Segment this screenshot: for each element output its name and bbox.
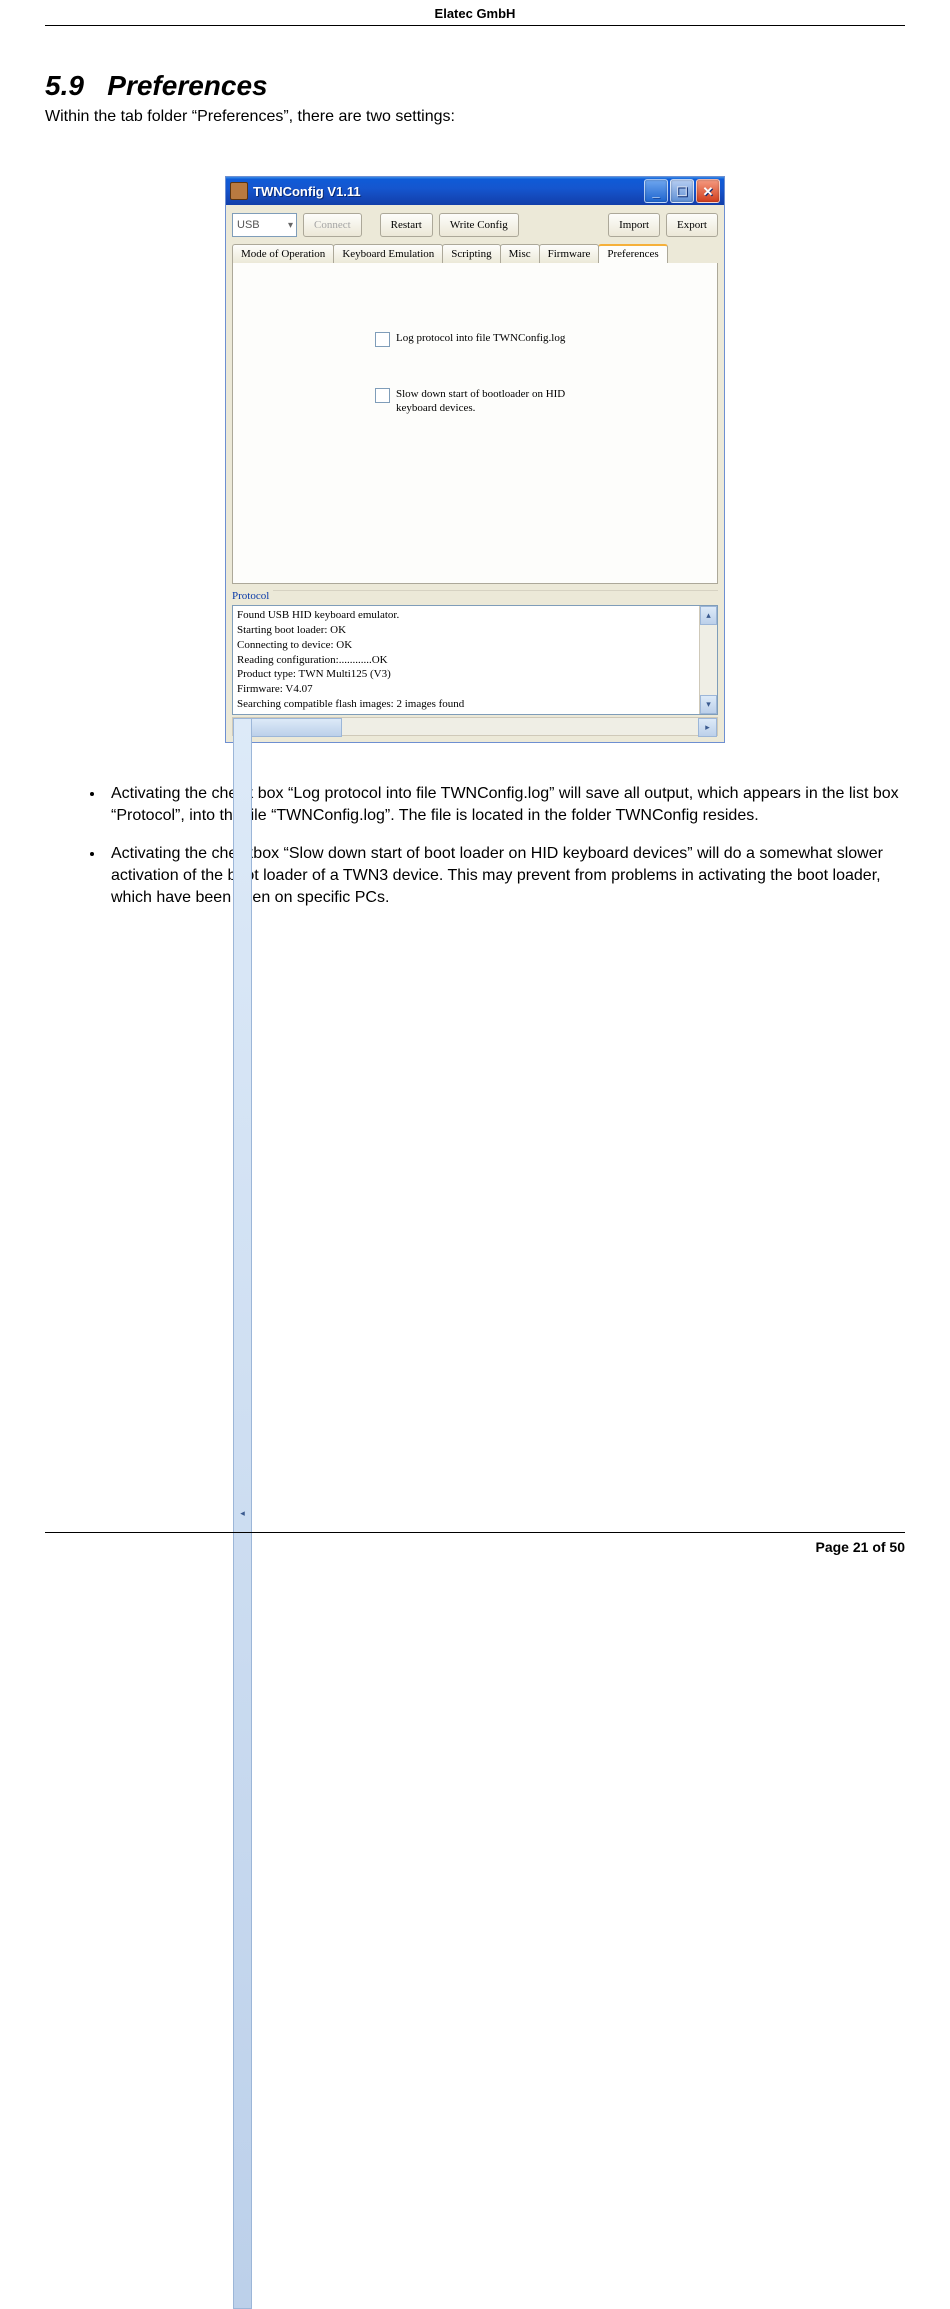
company-name: Elatec GmbH bbox=[435, 6, 516, 21]
import-button[interactable]: Import bbox=[608, 213, 660, 237]
bullet-item: Activating the checkbox “Slow down start… bbox=[105, 843, 905, 909]
tab-preferences[interactable]: Preferences bbox=[598, 244, 667, 263]
checkbox-icon[interactable] bbox=[375, 332, 390, 347]
scroll-up-icon[interactable]: ▴ bbox=[700, 606, 717, 625]
scroll-right-icon[interactable]: ▸ bbox=[698, 718, 717, 737]
checkbox-slow-start[interactable]: Slow down start of bootloader on HID key… bbox=[375, 387, 575, 416]
protocol-lines: Found USB HID keyboard emulator. Startin… bbox=[233, 606, 699, 714]
port-select-value: USB bbox=[237, 219, 260, 231]
doc-header: Elatec GmbH bbox=[45, 0, 905, 26]
section-name: Preferences bbox=[107, 70, 267, 101]
tab-bar: Mode of Operation Keyboard Emulation Scr… bbox=[226, 244, 724, 263]
protocol-group: Protocol Found USB HID keyboard emulator… bbox=[232, 590, 718, 736]
tab-scripting[interactable]: Scripting bbox=[442, 244, 500, 263]
close-button[interactable]: ✕ bbox=[696, 179, 720, 203]
tab-body: Log protocol into file TWNConfig.log Slo… bbox=[232, 262, 718, 584]
intro-text: Within the tab folder “Preferences”, the… bbox=[45, 108, 905, 126]
window-title: TWNConfig V1.11 bbox=[253, 184, 642, 199]
export-button[interactable]: Export bbox=[666, 213, 718, 237]
section-heading: 5.9 Preferences bbox=[45, 70, 905, 102]
restart-button[interactable]: Restart bbox=[380, 213, 433, 237]
twnconfig-window: TWNConfig V1.11 _ ☐ ✕ USB ▾ Connect Rest… bbox=[225, 176, 725, 743]
scroll-thumb[interactable] bbox=[250, 718, 342, 737]
write-config-button[interactable]: Write Config bbox=[439, 213, 519, 237]
tab-misc[interactable]: Misc bbox=[500, 244, 540, 263]
window-titlebar[interactable]: TWNConfig V1.11 _ ☐ ✕ bbox=[226, 177, 724, 205]
checkbox-log-protocol[interactable]: Log protocol into file TWNConfig.log bbox=[375, 331, 575, 347]
port-select[interactable]: USB ▾ bbox=[232, 213, 297, 237]
scroll-left-icon[interactable]: ◂ bbox=[233, 718, 252, 2309]
horizontal-scrollbar[interactable]: ◂ ▸ bbox=[232, 717, 718, 736]
maximize-button[interactable]: ☐ bbox=[670, 179, 694, 203]
connect-button[interactable]: Connect bbox=[303, 213, 362, 237]
section-number: 5.9 bbox=[45, 70, 84, 101]
protocol-listbox[interactable]: Found USB HID keyboard emulator. Startin… bbox=[232, 605, 718, 715]
tab-keyboard-emulation[interactable]: Keyboard Emulation bbox=[333, 244, 443, 263]
checkbox-log-protocol-label: Log protocol into file TWNConfig.log bbox=[396, 331, 565, 345]
scroll-down-icon[interactable]: ▾ bbox=[700, 695, 717, 714]
protocol-label: Protocol bbox=[232, 590, 718, 603]
vertical-scrollbar[interactable]: ▴ ▾ bbox=[699, 606, 717, 714]
tab-firmware[interactable]: Firmware bbox=[539, 244, 600, 263]
scroll-track[interactable] bbox=[700, 625, 717, 695]
bullet-item: Activating the check box “Log protocol i… bbox=[105, 783, 905, 827]
toolbar: USB ▾ Connect Restart Write Config Impor… bbox=[226, 205, 724, 243]
bullet-list: Activating the check box “Log protocol i… bbox=[45, 783, 905, 909]
tab-mode-of-operation[interactable]: Mode of Operation bbox=[232, 244, 334, 263]
page-footer: Page 21 of 50 bbox=[45, 1532, 905, 1555]
checkbox-icon[interactable] bbox=[375, 388, 390, 403]
minimize-button[interactable]: _ bbox=[644, 179, 668, 203]
app-icon bbox=[230, 182, 248, 200]
page-number: Page 21 of 50 bbox=[816, 1539, 906, 1555]
chevron-down-icon: ▾ bbox=[288, 220, 293, 231]
checkbox-slow-start-label: Slow down start of bootloader on HID key… bbox=[396, 387, 575, 416]
